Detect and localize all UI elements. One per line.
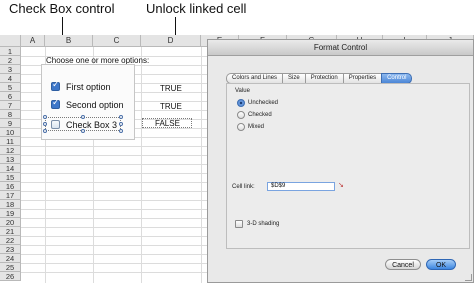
row-header-18[interactable]: 18 (0, 200, 21, 209)
resize-handle-bottom-left[interactable] (43, 129, 47, 133)
first-option-checkbox[interactable] (51, 80, 60, 91)
grid-line (21, 272, 207, 273)
dialog-title-bar[interactable]: Format Control (208, 40, 473, 56)
row-header-1[interactable]: 1 (0, 47, 21, 56)
grid-line (21, 155, 207, 156)
collapse-dialog-icon[interactable]: ↘ (338, 182, 348, 190)
cell-d9-value: FALSE (155, 119, 180, 128)
3d-shading-checkbox[interactable] (235, 220, 243, 228)
cell-d7-value[interactable]: TRUE (160, 102, 182, 111)
row-header-8[interactable]: 8 (0, 110, 21, 119)
row-header-14[interactable]: 14 (0, 164, 21, 173)
unchecked-radio[interactable] (237, 99, 245, 107)
row-header-26[interactable]: 26 (0, 272, 21, 281)
grid-line (21, 182, 207, 183)
3d-shading-label[interactable]: 3-D shading (247, 221, 279, 227)
row-header-19[interactable]: 19 (0, 209, 21, 218)
row-header-21[interactable]: 21 (0, 227, 21, 236)
grid-line (21, 164, 207, 165)
resize-handle-middle-left[interactable] (43, 122, 47, 126)
row-header-4[interactable]: 4 (0, 74, 21, 83)
grid-line (21, 191, 207, 192)
cell-link-label: Cell link: (232, 184, 255, 190)
second-option-label[interactable]: Second option (66, 100, 124, 110)
row-header-20[interactable]: 20 (0, 218, 21, 227)
column-header-a[interactable]: A (21, 35, 45, 47)
grid-line (21, 218, 207, 219)
row-header-11[interactable]: 11 (0, 137, 21, 146)
resize-handle-top-right[interactable] (119, 115, 123, 119)
row-header-25[interactable]: 25 (0, 263, 21, 272)
cell-link-input[interactable]: $D$9 (267, 182, 335, 191)
resize-handle-bottom-middle[interactable] (81, 129, 85, 133)
dialog-title: Format Control (313, 43, 368, 52)
column-header-b[interactable]: B (45, 35, 93, 47)
resize-handle-top-middle[interactable] (81, 115, 85, 119)
grid-line (21, 209, 207, 210)
resize-handle-middle-right[interactable] (119, 122, 123, 126)
mixed-radio[interactable] (237, 123, 245, 131)
column-header-d[interactable]: D (141, 35, 201, 47)
select-all-corner[interactable] (0, 35, 21, 47)
row-header-12[interactable]: 12 (0, 146, 21, 155)
column-header-c[interactable]: C (93, 35, 141, 47)
row-header-7[interactable]: 7 (0, 101, 21, 110)
format-control-dialog: Format Control Colors and Lines Size Pro… (207, 39, 474, 283)
resize-handle-top-left[interactable] (43, 115, 47, 119)
dialog-tabs: Colors and Lines Size Protection Propert… (226, 73, 413, 84)
control-tab-panel: Value Unchecked Checked Mixed Cell link:… (226, 83, 470, 249)
grid-line (21, 200, 207, 201)
grid-line (21, 236, 207, 237)
value-group-label: Value (235, 88, 250, 94)
row-header-9[interactable]: 9 (0, 119, 21, 128)
row-header-22[interactable]: 22 (0, 236, 21, 245)
check-box-3-label[interactable]: Check Box 3 (66, 120, 117, 130)
row-header-17[interactable]: 17 (0, 191, 21, 200)
grid-line (21, 227, 207, 228)
row-header-5[interactable]: 5 (0, 83, 21, 92)
row-header-6[interactable]: 6 (0, 92, 21, 101)
resize-handle-bottom-right[interactable] (119, 129, 123, 133)
check-box-3-checkbox[interactable] (51, 120, 60, 129)
unchecked-label[interactable]: Unchecked (248, 100, 278, 106)
row-header-2[interactable]: 2 (0, 56, 21, 65)
grid-line (21, 254, 207, 255)
first-option-label[interactable]: First option (66, 82, 111, 92)
row-header-13[interactable]: 13 (0, 155, 21, 164)
check-box-control-callout: Check Box control (9, 1, 115, 16)
grid-line (21, 173, 207, 174)
cell-d5-value[interactable]: TRUE (160, 84, 182, 93)
unlock-linked-cell-callout: Unlock linked cell (146, 1, 247, 16)
ok-button[interactable]: OK (426, 259, 456, 270)
second-option-checkbox[interactable] (51, 98, 60, 109)
checked-label[interactable]: Checked (248, 112, 272, 118)
resize-grip-icon[interactable] (465, 274, 472, 281)
mixed-label[interactable]: Mixed (248, 124, 264, 130)
row-header-3[interactable]: 3 (0, 65, 21, 74)
grid-line (21, 245, 207, 246)
row-header-23[interactable]: 23 (0, 245, 21, 254)
row-header-15[interactable]: 15 (0, 173, 21, 182)
grid-line (21, 263, 207, 264)
grid-line (21, 146, 207, 147)
row-header-24[interactable]: 24 (0, 254, 21, 263)
cancel-button[interactable]: Cancel (385, 259, 421, 270)
row-header-10[interactable]: 10 (0, 128, 21, 137)
checked-radio[interactable] (237, 111, 245, 119)
row-header-16[interactable]: 16 (0, 182, 21, 191)
